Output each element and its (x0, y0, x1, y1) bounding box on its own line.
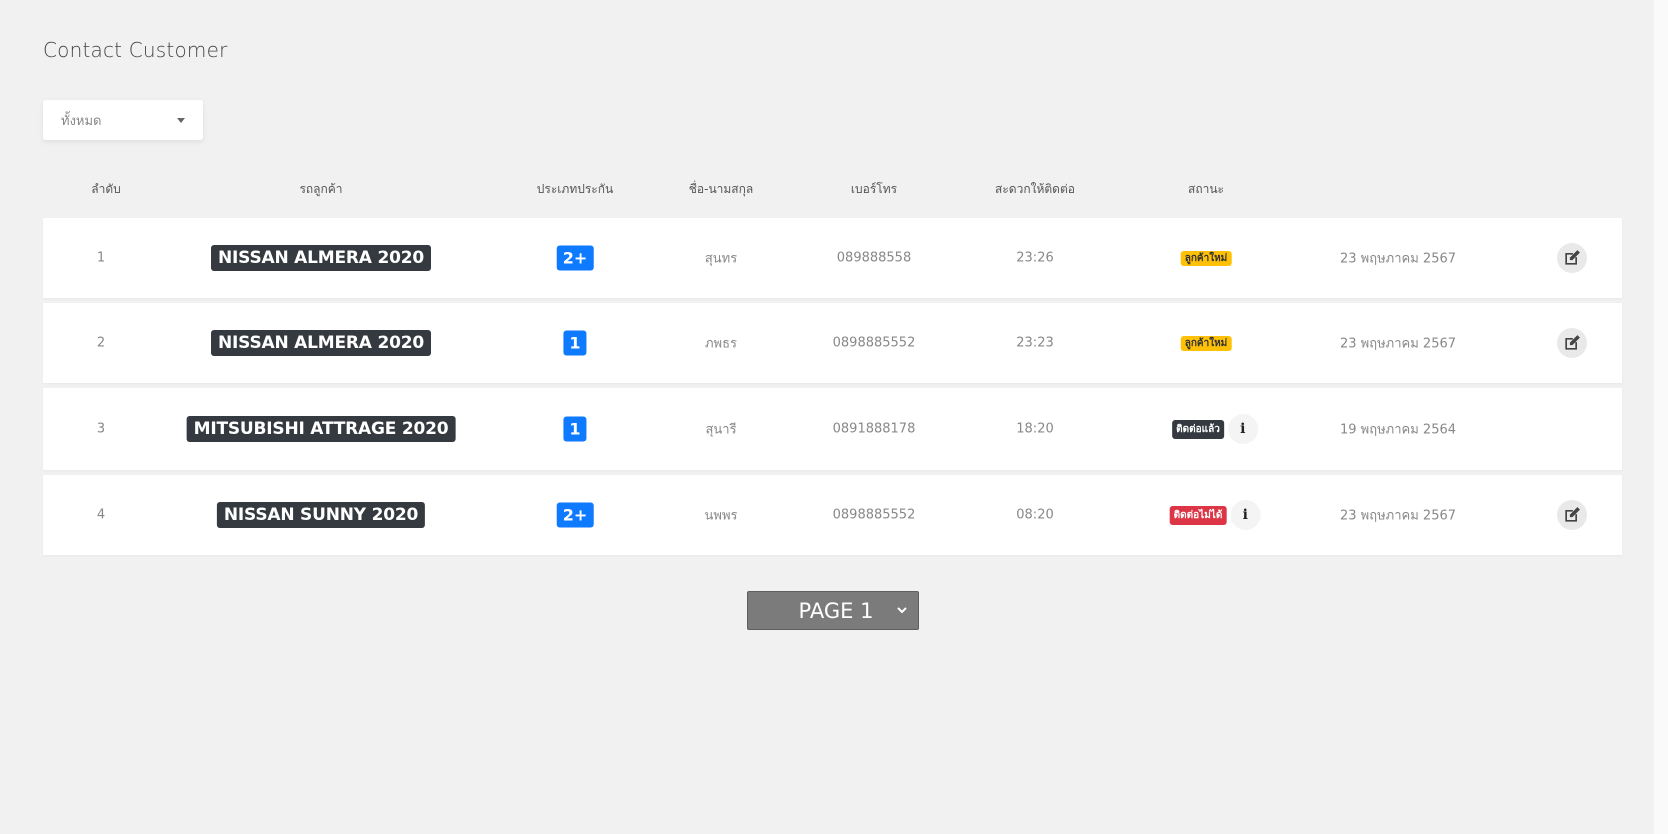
status-cell: ลูกค้าใหม่ (1180, 250, 1232, 266)
car-badge: NISSAN ALMERA 2020 (211, 330, 431, 356)
header-number: ลำดับ (91, 182, 121, 196)
car-cell: NISSAN ALMERA 2020 (211, 245, 431, 271)
header-phone: เบอร์โทร (850, 182, 898, 196)
insurance-cell: 2+ (556, 245, 594, 271)
car-cell: NISSAN SUNNY 2020 (216, 502, 426, 528)
caret-down-icon (177, 117, 185, 123)
header-name: ชื่อ-นามสกุล (688, 182, 754, 196)
status-cell: ติดต่อไม่ได้ i (1169, 500, 1261, 530)
insurance-badge: 1 (563, 330, 587, 356)
insurance-badge: 1 (563, 416, 587, 442)
table-row: 1 NISSAN ALMERA 2020 2+ สุนทร 089888558 … (43, 218, 1622, 298)
edit-button[interactable] (1557, 500, 1587, 530)
customer-name: สุนทร (704, 251, 738, 267)
info-button[interactable]: i (1227, 414, 1258, 444)
phone-number: 0891888178 (832, 421, 916, 437)
status-group: ติดต่อแล้ว i (1172, 414, 1258, 444)
insurance-cell: 1 (563, 416, 587, 442)
car-badge: NISSAN ALMERA 2020 (211, 245, 431, 271)
edit-button[interactable] (1557, 243, 1587, 273)
edit-icon (1565, 507, 1580, 522)
insurance-cell: 2+ (556, 502, 594, 528)
contact-time: 23:23 (1016, 335, 1054, 351)
status-badge: ติดต่อแล้ว (1172, 419, 1224, 439)
table-row: 2 NISSAN ALMERA 2020 1 ภพธร 0898885552 2… (43, 303, 1622, 383)
contact-time: 18:20 (1016, 421, 1054, 437)
phone-number: 089888558 (836, 250, 912, 266)
insurance-badge: 2+ (556, 245, 594, 271)
row-number: 1 (96, 250, 106, 266)
car-badge: NISSAN SUNNY 2020 (216, 502, 426, 528)
insurance-badge: 2+ (556, 502, 594, 528)
edit-button[interactable] (1557, 328, 1587, 358)
row-number: 2 (96, 335, 106, 351)
header-contact-time: สะดวกให้ติดต่อ (995, 182, 1075, 196)
phone-number: 0898885552 (832, 507, 916, 523)
info-button[interactable]: i (1230, 500, 1261, 530)
phone-number: 0898885552 (832, 335, 916, 351)
customer-name: ภพธร (704, 336, 738, 352)
header-car: รถลูกค้า (299, 182, 343, 196)
status-badge: ลูกค้าใหม่ (1180, 251, 1232, 266)
status-cell: ติดต่อแล้ว i (1172, 414, 1258, 444)
info-icon: i (1242, 507, 1248, 523)
contact-time: 08:20 (1016, 507, 1054, 523)
car-cell: NISSAN ALMERA 2020 (211, 330, 431, 356)
edit-icon (1565, 250, 1580, 265)
record-date: 23 พฤษภาคม 2567 (1339, 251, 1457, 267)
status-badge: ติดต่อไม่ได้ (1169, 505, 1227, 525)
page-title: Contact Customer (43, 38, 228, 62)
row-number: 3 (96, 421, 106, 437)
edit-cell (1557, 328, 1587, 358)
info-icon: i (1240, 421, 1246, 437)
table-row: 4 NISSAN SUNNY 2020 2+ นพพร 0898885552 0… (43, 475, 1622, 555)
contact-customer-page: Contact Customer ทั้งหมด ลำดับ รถลูกค้า … (0, 0, 1668, 834)
customer-name: สุนารี (705, 422, 737, 438)
record-date: 19 พฤษภาคม 2564 (1339, 422, 1457, 438)
table-row: 3 MITSUBISHI ATTRAGE 2020 1 สุนารี 08918… (43, 388, 1622, 470)
row-number: 4 (96, 507, 106, 523)
status-cell: ลูกค้าใหม่ (1180, 335, 1232, 351)
table-header: ลำดับ รถลูกค้า ประเภทประกัน ชื่อ-นามสกุล… (43, 180, 1622, 204)
page-select-label: PAGE 1 (798, 598, 874, 623)
car-badge: MITSUBISHI ATTRAGE 2020 (186, 416, 456, 442)
header-insurance-type: ประเภทประกัน (536, 182, 614, 196)
scrollbar[interactable] (1654, 0, 1668, 834)
car-cell: MITSUBISHI ATTRAGE 2020 (186, 416, 456, 442)
insurance-cell: 1 (563, 330, 587, 356)
status-badge: ลูกค้าใหม่ (1180, 336, 1232, 351)
status-filter-value: ทั้งหมด (61, 113, 102, 129)
edit-cell (1557, 500, 1587, 530)
record-date: 23 พฤษภาคม 2567 (1339, 508, 1457, 524)
record-date: 23 พฤษภาคม 2567 (1339, 336, 1457, 352)
status-filter-dropdown[interactable]: ทั้งหมด (43, 100, 203, 140)
status-group: ติดต่อไม่ได้ i (1169, 500, 1261, 530)
customer-table: 1 NISSAN ALMERA 2020 2+ สุนทร 089888558 … (43, 218, 1622, 560)
header-status: สถานะ (1188, 182, 1224, 196)
edit-icon (1565, 335, 1580, 350)
contact-time: 23:26 (1016, 250, 1054, 266)
chevron-down-icon (897, 607, 907, 614)
edit-cell (1557, 243, 1587, 273)
customer-name: นพพร (704, 508, 738, 524)
page-select[interactable]: PAGE 1 (747, 591, 919, 630)
